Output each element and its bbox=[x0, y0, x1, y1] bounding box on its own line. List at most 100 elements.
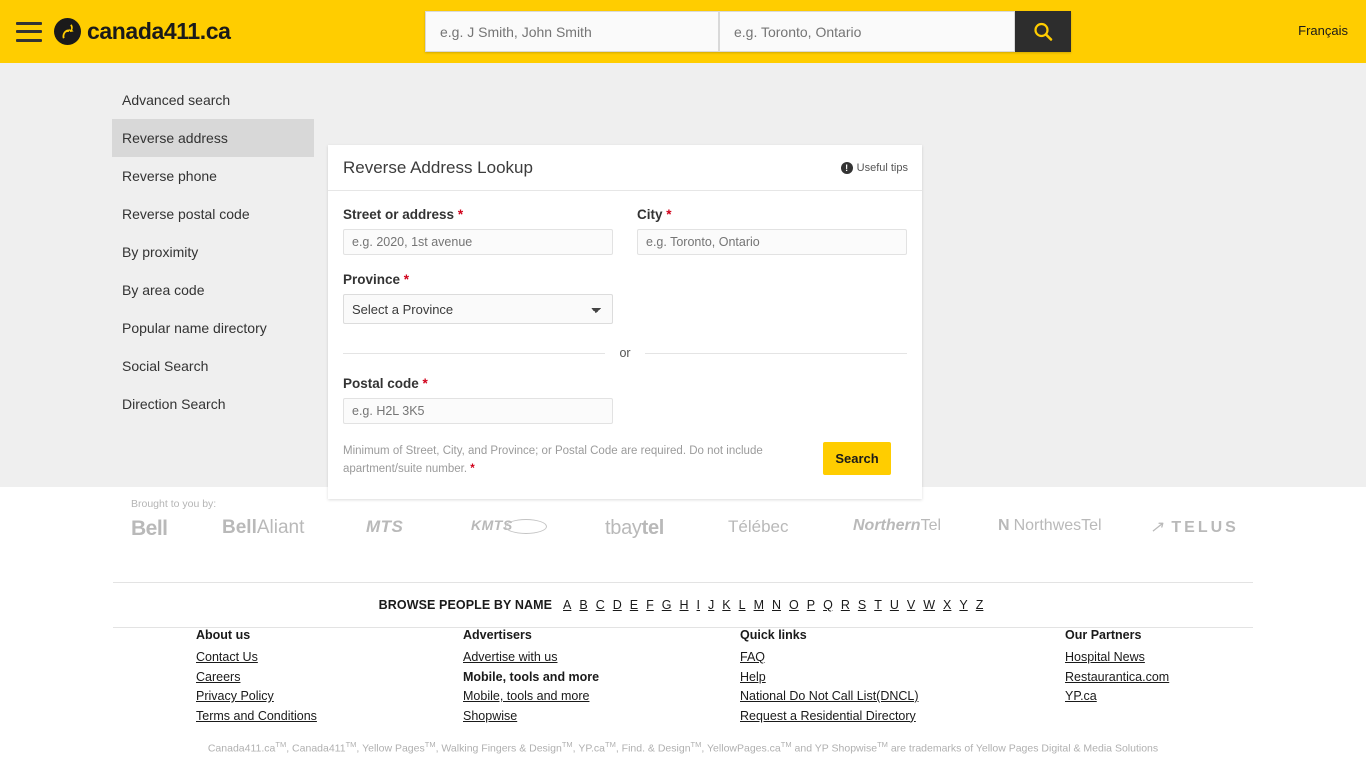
search-icon bbox=[1034, 22, 1053, 41]
browse-letter-k[interactable]: K bbox=[722, 598, 730, 612]
partner-logo-bellaliant[interactable]: BellAliant bbox=[222, 517, 304, 539]
footer-link-careers[interactable]: Careers bbox=[196, 668, 317, 688]
trademark-symbol: TM bbox=[561, 740, 573, 749]
browse-letter-g[interactable]: G bbox=[662, 598, 672, 612]
browse-letter-f[interactable]: F bbox=[646, 598, 654, 612]
partner-logo-northwestel[interactable]: N NorthwesTel bbox=[998, 517, 1102, 535]
browse-letter-a[interactable]: A bbox=[563, 598, 571, 612]
hamburger-line bbox=[16, 21, 42, 25]
site-logo[interactable]: canada411.ca bbox=[54, 18, 231, 45]
browse-letter-n[interactable]: N bbox=[772, 598, 781, 612]
footer-link-help[interactable]: Help bbox=[740, 668, 919, 688]
trademark-notice: Canada411.caTM, Canada411TM, Yellow Page… bbox=[0, 733, 1366, 756]
footer-link-shopwise[interactable]: Shopwise bbox=[463, 707, 599, 727]
browse-letter-w[interactable]: W bbox=[923, 598, 935, 612]
trademark-segment: , Yellow Pages bbox=[356, 742, 425, 755]
sidebar-item-by-proximity[interactable]: By proximity bbox=[112, 233, 314, 271]
sidebar-item-direction-search[interactable]: Direction Search bbox=[112, 385, 314, 423]
footer-link-advertise-with-us[interactable]: Advertise with us bbox=[463, 648, 599, 668]
footer-link-contact-us[interactable]: Contact Us bbox=[196, 648, 317, 668]
trademark-symbol: TM bbox=[604, 740, 616, 749]
street-label-text: Street or address bbox=[343, 207, 455, 222]
partner-logo-text: TELUS bbox=[1171, 519, 1239, 536]
browse-letter-z[interactable]: Z bbox=[976, 598, 984, 612]
footer-link-national-do-not-call-list-dncl[interactable]: National Do Not Call List(DNCL) bbox=[740, 687, 919, 707]
sidebar-item-reverse-address[interactable]: Reverse address bbox=[112, 119, 314, 157]
sidebar-item-social-search[interactable]: Social Search bbox=[112, 347, 314, 385]
panel-footer: Minimum of Street, City, and Province; o… bbox=[328, 424, 922, 478]
browse-letter-q[interactable]: Q bbox=[823, 598, 833, 612]
footer-link-yp-ca[interactable]: YP.ca bbox=[1065, 687, 1169, 707]
footer-link-restaurantica-com[interactable]: Restaurantica.com bbox=[1065, 668, 1169, 688]
city-field-group: City * bbox=[637, 207, 907, 255]
form-hint-required-marker: * bbox=[470, 463, 475, 475]
sidebar-item-advanced-search[interactable]: Advanced search bbox=[112, 81, 314, 119]
search-location-input[interactable] bbox=[719, 11, 1015, 52]
footer-link-terms-and-conditions[interactable]: Terms and Conditions bbox=[196, 707, 317, 727]
browse-letter-v[interactable]: V bbox=[907, 598, 915, 612]
panel-header: Reverse Address Lookup ! Useful tips bbox=[328, 145, 922, 191]
browse-letter-y[interactable]: Y bbox=[959, 598, 967, 612]
partner-logo-kmts[interactable]: KMTS bbox=[471, 517, 547, 534]
sidebar-item-reverse-phone[interactable]: Reverse phone bbox=[112, 157, 314, 195]
sidebar-item-label: Direction Search bbox=[122, 396, 226, 412]
browse-letter-t[interactable]: T bbox=[874, 598, 882, 612]
sidebar-item-by-area-code[interactable]: By area code bbox=[112, 271, 314, 309]
browse-letter-o[interactable]: O bbox=[789, 598, 799, 612]
footer-link-privacy-policy[interactable]: Privacy Policy bbox=[196, 687, 317, 707]
browse-letter-c[interactable]: C bbox=[596, 598, 605, 612]
browse-letter-d[interactable]: D bbox=[613, 598, 622, 612]
postal-label: Postal code * bbox=[343, 376, 907, 391]
partner-logo-télébec[interactable]: Télébec bbox=[728, 517, 788, 537]
sidebar-item-label: By proximity bbox=[122, 244, 199, 260]
partner-logo-mts[interactable]: MTS bbox=[366, 517, 403, 537]
browse-letter-u[interactable]: U bbox=[890, 598, 899, 612]
form-search-button[interactable]: Search bbox=[823, 442, 891, 475]
browse-letter-x[interactable]: X bbox=[943, 598, 951, 612]
partner-logo-bell[interactable]: Bell bbox=[131, 517, 168, 541]
browse-letter-m[interactable]: M bbox=[754, 598, 764, 612]
info-exclamation-icon: ! bbox=[840, 161, 853, 174]
browse-letter-r[interactable]: R bbox=[841, 598, 850, 612]
partner-logo-text: Tel bbox=[920, 517, 942, 534]
province-label-text: Province bbox=[343, 272, 401, 287]
footer-link-request-a-residential-directory[interactable]: Request a Residential Directory bbox=[740, 707, 919, 727]
trademark-symbol: TM bbox=[877, 740, 888, 749]
useful-tips-link[interactable]: ! Useful tips bbox=[840, 161, 908, 174]
partner-logo-text: Northern bbox=[853, 517, 921, 534]
walking-fingers-glyph bbox=[62, 24, 74, 39]
hamburger-menu-icon[interactable] bbox=[16, 21, 42, 42]
footer-column-heading: About us bbox=[196, 628, 251, 642]
partner-logo-northerntel[interactable]: NorthernTel bbox=[853, 517, 941, 535]
footer-column-our-partners: Our Partners Hospital News Restaurantica.c… bbox=[1065, 628, 1169, 707]
useful-tips-label: Useful tips bbox=[856, 161, 908, 174]
header-search-button[interactable] bbox=[1015, 11, 1071, 52]
page-title: Reverse Address Lookup bbox=[343, 157, 533, 177]
language-toggle-link[interactable]: Français bbox=[1298, 23, 1348, 38]
browse-letter-s[interactable]: S bbox=[858, 598, 866, 612]
browse-letter-e[interactable]: E bbox=[630, 598, 638, 612]
footer-link-hospital-news[interactable]: Hospital News bbox=[1065, 648, 1169, 668]
partner-logo-oval bbox=[504, 518, 547, 534]
footer-column-about-us: About us Contact Us Careers Privacy Policy T… bbox=[196, 628, 317, 726]
sidebar-item-popular-name-directory[interactable]: Popular name directory bbox=[112, 309, 314, 347]
partner-logo-tbaytel[interactable]: tbaytel bbox=[605, 517, 664, 540]
postal-required-marker: * bbox=[422, 376, 428, 391]
postal-label-text: Postal code bbox=[343, 376, 419, 391]
browse-letter-i[interactable]: I bbox=[697, 598, 700, 612]
browse-letter-b[interactable]: B bbox=[579, 598, 587, 612]
street-input[interactable] bbox=[343, 229, 613, 255]
footer-link-faq[interactable]: FAQ bbox=[740, 648, 919, 668]
province-label: Province * bbox=[343, 272, 907, 287]
browse-letter-l[interactable]: L bbox=[739, 598, 746, 612]
browse-letter-p[interactable]: P bbox=[807, 598, 815, 612]
province-select[interactable]: Select a Province bbox=[343, 294, 613, 324]
partner-logo-telus[interactable]: ↗ TELUS bbox=[1150, 517, 1239, 537]
city-input[interactable] bbox=[637, 229, 907, 255]
browse-letter-h[interactable]: H bbox=[680, 598, 689, 612]
browse-letter-j[interactable]: J bbox=[708, 598, 714, 612]
postal-code-input[interactable] bbox=[343, 398, 613, 424]
search-name-input[interactable] bbox=[425, 11, 719, 52]
sidebar-item-reverse-postal-code[interactable]: Reverse postal code bbox=[112, 195, 314, 233]
footer-link-mobile-tools-and-more[interactable]: Mobile, tools and more bbox=[463, 687, 599, 707]
